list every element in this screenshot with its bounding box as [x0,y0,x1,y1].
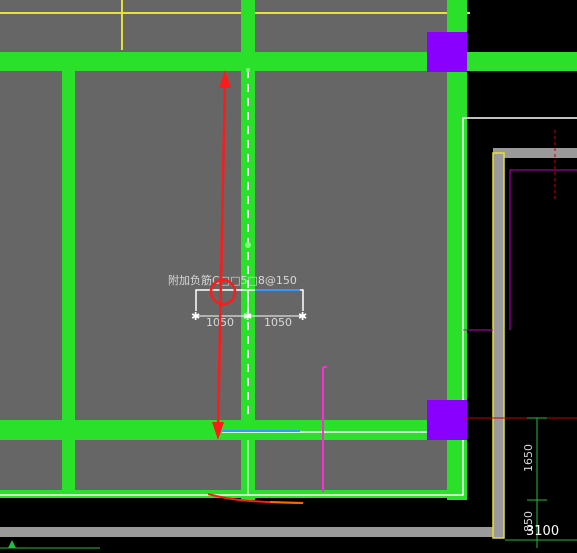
dim-label-1650: 1650 [522,444,535,472]
snap-marker-icon [245,242,251,248]
outside-area [460,118,577,553]
bottom-outside [0,497,460,553]
column-top[interactable] [427,32,467,72]
wall-right-top [493,148,577,158]
rebar-dim-star-icon: ✱ [243,310,252,323]
wall-right-vertical [493,153,504,538]
beam-left[interactable] [62,70,75,495]
orange-stroke [269,501,304,504]
cad-viewport[interactable]: 附加负筋C□□5□8@150 ✱ ✱ ✱ 1050 1050 1650 850 … [0,0,577,553]
beam-top[interactable] [0,52,577,71]
snap-marker-icon [246,68,250,72]
wall-bottom [0,527,500,537]
column-bottom[interactable] [427,400,467,440]
rebar-dim-star-icon: ✱ [191,310,200,323]
rebar-dim-right: 1050 [264,316,292,329]
cad-drawing-canvas[interactable]: 附加负筋C□□5□8@150 ✱ ✱ ✱ 1050 1050 1650 850 … [0,0,577,553]
beam-bottom-edge[interactable] [0,490,460,498]
rebar-dim-star-icon: ✱ [298,310,307,323]
dim-label-3100: 3100 [526,524,559,539]
